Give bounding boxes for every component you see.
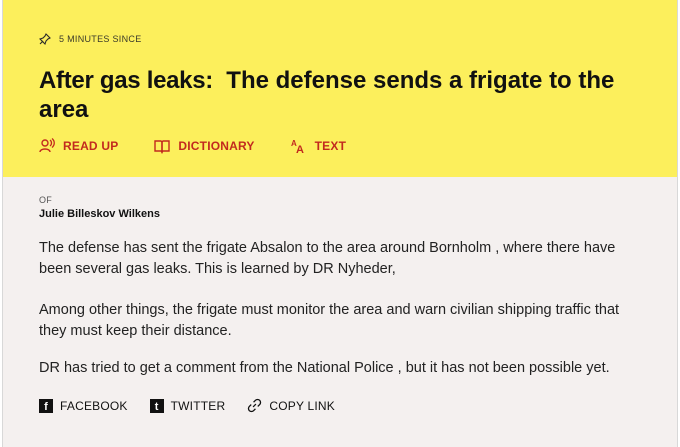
dictionary-button[interactable]: DICTIONARY bbox=[154, 138, 254, 154]
book-icon bbox=[154, 140, 171, 154]
timestamp: 5 MINUTES SINCE bbox=[39, 33, 142, 45]
twitter-icon: t bbox=[149, 398, 164, 413]
copy-link-label: COPY LINK bbox=[269, 398, 335, 413]
byline-prefix: OF bbox=[39, 195, 53, 205]
text-size-button[interactable]: A A TEXT bbox=[291, 138, 346, 154]
timestamp-label: 5 MINUTES SINCE bbox=[59, 34, 142, 44]
pin-icon bbox=[39, 33, 51, 45]
read-up-label: READ UP bbox=[63, 139, 119, 153]
article-frame: 5 MINUTES SINCE After gas leaks: The def… bbox=[2, 0, 678, 447]
paragraph: Among other things, the frigate must mon… bbox=[39, 302, 620, 339]
svg-text:A: A bbox=[296, 144, 304, 154]
facebook-icon: f bbox=[39, 398, 53, 413]
share-twitter-button[interactable]: t TWITTER bbox=[149, 398, 226, 413]
share-facebook-button[interactable]: f FACEBOOK bbox=[39, 398, 128, 413]
paragraph: DR has tried to get a comment from the N… bbox=[39, 360, 610, 376]
paragraph: The defense has sent the frigate Absalon… bbox=[39, 240, 616, 277]
facebook-label: FACEBOOK bbox=[60, 398, 128, 413]
link-icon bbox=[248, 398, 262, 413]
article-header: 5 MINUTES SINCE After gas leaks: The def… bbox=[3, 0, 677, 177]
speaker-icon bbox=[39, 138, 55, 153]
text-size-label: TEXT bbox=[314, 139, 347, 153]
headline: After gas leaks: The defense sends a fri… bbox=[39, 66, 639, 124]
article-body: OF Julie Billeskov Wilkens The defense h… bbox=[3, 177, 677, 447]
author-name[interactable]: Julie Billeskov Wilkens bbox=[39, 208, 160, 220]
copy-link-button[interactable]: COPY LINK bbox=[247, 398, 335, 413]
twitter-label: TWITTER bbox=[170, 398, 226, 413]
read-up-button[interactable]: READ UP bbox=[39, 138, 118, 154]
dictionary-label: DICTIONARY bbox=[178, 139, 255, 153]
text-size-icon: A A bbox=[291, 139, 304, 154]
share-bar: f FACEBOOK t TWITTER COPY LINK bbox=[39, 398, 335, 413]
article-tools: READ UP DICTIONARY A A TEXT bbox=[39, 138, 346, 154]
headline-kicker: After gas leaks: bbox=[39, 67, 213, 94]
